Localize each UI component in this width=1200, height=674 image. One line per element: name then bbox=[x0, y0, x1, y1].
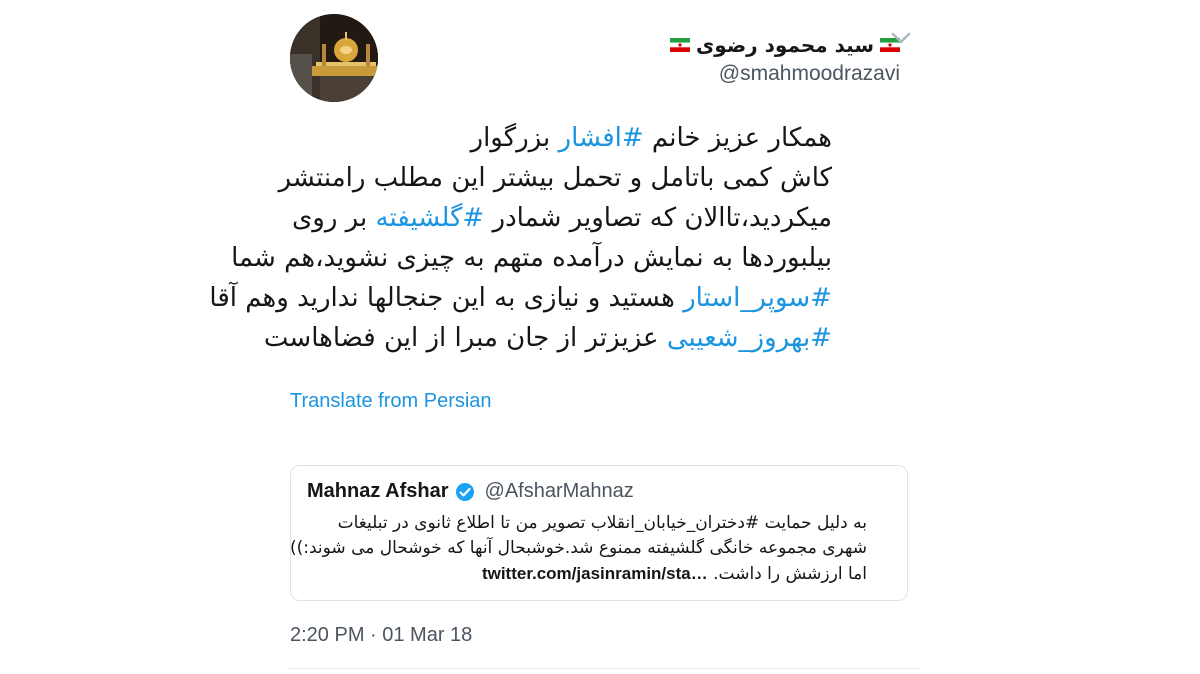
text-segment: عزیزتر از جان مبرا از این فضاهاست bbox=[263, 323, 667, 353]
text-segment: شهری مجموعه خانگی گلشیفته ممنوع شد.خوشبح… bbox=[290, 538, 867, 558]
text-segment: کاش کمی باتامل و تحمل بیشتر این مطلب رام… bbox=[278, 163, 832, 193]
quoted-url-link[interactable]: twitter.com/jasinramin/sta… bbox=[482, 564, 708, 583]
text-line: کاش کمی باتامل و تحمل بیشتر این مطلب رام… bbox=[278, 158, 832, 198]
text-segment: هستید و نیازی به این جنجالها ندارید وهم … bbox=[209, 283, 684, 313]
author-handle[interactable]: @smahmoodrazavi bbox=[719, 62, 900, 86]
divider bbox=[288, 668, 920, 669]
text-segment: بزرگوار bbox=[470, 123, 559, 153]
text-line: اما ارزشش را داشت. twitter.com/jasinrami… bbox=[297, 561, 867, 587]
tweet-text: همکار عزیز خانم #افشار بزرگوار کاش کمی با… bbox=[209, 118, 832, 358]
verified-badge-icon bbox=[455, 482, 474, 501]
hashtag-link[interactable]: #سوپر_استار bbox=[683, 283, 832, 313]
quoted-tweet-header: Mahnaz Afshar @AfsharMahnaz bbox=[307, 480, 634, 503]
text-segment: به دلیل حمایت #دختران_خیابان_انقلاب تصوی… bbox=[337, 513, 867, 533]
hashtag-link[interactable]: #گلشیفته bbox=[376, 203, 485, 233]
text-line: بیلبوردها به نمایش درآمده متهم به چیزی ن… bbox=[231, 238, 832, 278]
hashtag-link[interactable]: #افشار bbox=[559, 123, 644, 153]
quoted-tweet-text: به دلیل حمایت #دختران_خیابان_انقلاب تصوی… bbox=[290, 511, 867, 587]
text-line: #بهروز_شعیبی عزیزتر از جان مبرا از این ف… bbox=[264, 318, 832, 358]
translate-link[interactable]: Translate from Persian bbox=[290, 390, 492, 413]
author-display-name: سید محمود رضوی bbox=[695, 33, 874, 57]
text-line: همکار عزیز خانم #افشار بزرگوار bbox=[292, 118, 832, 158]
text-line: به دلیل حمایت #دختران_خیابان_انقلاب تصوی… bbox=[297, 511, 867, 536]
text-segment: بیلبوردها به نمایش درآمده متهم به چیزی ن… bbox=[231, 243, 832, 273]
text-segment: بر روی bbox=[291, 203, 376, 233]
avatar[interactable] bbox=[290, 14, 378, 102]
text-segment: میکردید،تاالان که تصاویر شمادر bbox=[484, 203, 832, 233]
quoted-tweet[interactable]: Mahnaz Afshar @AfsharMahnaz به دلیل حمای… bbox=[290, 465, 908, 601]
text-segment: همکار عزیز خانم bbox=[643, 123, 832, 153]
shrine-photo-icon bbox=[290, 14, 378, 102]
text-line: #سوپر_استار هستید و نیازی به این جنجالها… bbox=[209, 278, 832, 318]
text-segment: اما ارزشش را داشت. bbox=[707, 564, 867, 584]
quoted-author-handle: @AfsharMahnaz bbox=[484, 480, 634, 502]
text-line: میکردید،تاالان که تصاویر شمادر #گلشیفته … bbox=[292, 198, 832, 238]
tweet-card: سید محمود رضوی @smahmoodrazavi همکار عزی… bbox=[209, 0, 920, 674]
iran-flag-icon bbox=[669, 38, 690, 52]
hashtag-link[interactable]: #بهروز_شعیبی bbox=[667, 323, 832, 353]
text-line: شهری مجموعه خانگی گلشیفته ممنوع شد.خوشبح… bbox=[290, 536, 867, 561]
author-name-row[interactable]: سید محمود رضوی bbox=[669, 33, 900, 57]
tweet-timestamp[interactable]: 2:20 PM · 01 Mar 18 bbox=[290, 624, 472, 647]
chevron-down-icon[interactable] bbox=[890, 30, 912, 46]
quoted-author-name: Mahnaz Afshar bbox=[307, 480, 449, 502]
